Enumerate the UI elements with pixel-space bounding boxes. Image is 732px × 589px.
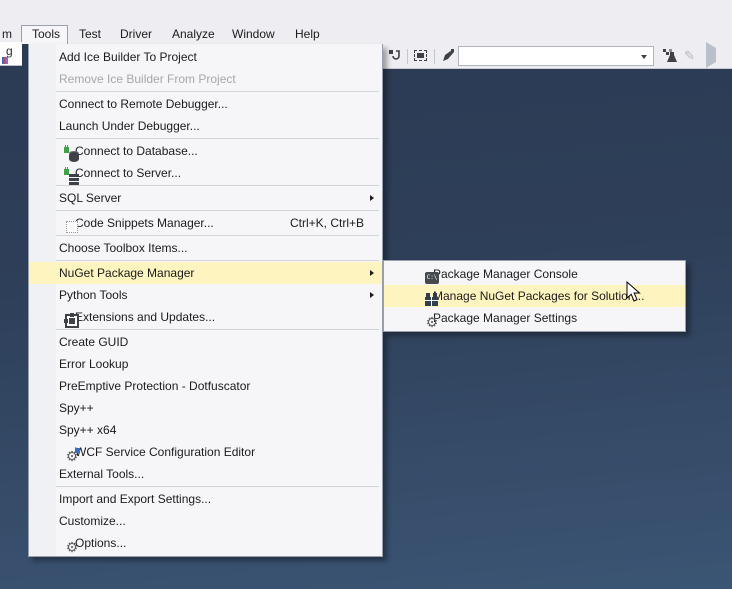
menu-separator (56, 260, 379, 261)
menu-item-shortcut: Ctrl+K, Ctrl+B (290, 216, 382, 230)
combobox-fragment-text: g (6, 44, 13, 58)
toolbar-separator (434, 49, 435, 64)
menu-item-connect-to-database[interactable]: Connect to Database... (29, 140, 382, 162)
menu-item-label: Extensions and Updates... (75, 310, 215, 324)
tools-menu-items: Add Ice Builder To Project Remove Ice Bui… (29, 46, 382, 554)
extensions-icon (64, 313, 80, 329)
menu-item-preemptive-protection-dotfuscator[interactable]: PreEmptive Protection - Dotfuscator (29, 375, 382, 397)
menu-item-label: Import and Export Settings... (59, 492, 211, 506)
edit-pencil-icon[interactable]: ✎ (684, 48, 700, 64)
menubar-item-test[interactable]: Test (79, 26, 101, 43)
menu-item-label: Package Manager Settings (433, 311, 577, 325)
menu-item-label: SQL Server (59, 191, 121, 205)
combobox-fragment-icon (2, 57, 8, 64)
code-snippets-icon (64, 219, 80, 235)
menu-item-label: Choose Toolbox Items... (59, 241, 188, 255)
menu-item-label: Python Tools (59, 288, 128, 302)
menu-item-sql-server[interactable]: SQL Server (29, 187, 382, 209)
menu-item-import-and-export-settings[interactable]: Import and Export Settings... (29, 488, 382, 510)
menu-item-label: Error Lookup (59, 357, 128, 371)
attach-hook-icon[interactable] (388, 48, 404, 64)
menu-item-create-guid[interactable]: Create GUID (29, 331, 382, 353)
toolbar: ✎ (383, 44, 732, 69)
menu-separator (56, 235, 379, 236)
menu-item-nuget-package-manager[interactable]: NuGet Package Manager (29, 262, 382, 284)
menu-item-label: Manage NuGet Packages for Solution... (433, 289, 644, 303)
menu-item-label: Package Manager Console (433, 267, 578, 281)
menu-separator (56, 486, 379, 487)
menu-separator (56, 329, 379, 330)
menu-item-extensions-and-updates[interactable]: Extensions and Updates... (29, 306, 382, 328)
vs-ide-screen: m Tools Test Driver Analyze Window Help g (0, 0, 732, 589)
menu-item-spy-x64[interactable]: Spy++ x64 (29, 419, 382, 441)
tools-menu-dropdown: Add Ice Builder To Project Remove Ice Bui… (28, 44, 383, 557)
server-connect-icon (64, 169, 80, 185)
menu-item-label: Customize... (59, 514, 126, 528)
menu-item-spy[interactable]: Spy++ (29, 397, 382, 419)
menu-separator (56, 91, 379, 92)
submenu-arrow-icon (370, 270, 374, 276)
nuget-package-icon (424, 292, 440, 308)
menu-item-wcf-service-configuration-editor[interactable]: ⚙WCF Service Configuration Editor (29, 441, 382, 463)
menu-item-package-manager-settings[interactable]: ⚙Package Manager Settings (384, 307, 685, 329)
menu-item-label: Code Snippets Manager... (75, 216, 214, 230)
menu-separator (56, 138, 379, 139)
toolbar-combobox-fragment[interactable]: g (0, 42, 22, 66)
menu-item-label: Remove Ice Builder From Project (59, 72, 236, 86)
menu-item-connect-to-server[interactable]: Connect to Server... (29, 162, 382, 184)
menubar-item-help[interactable]: Help (295, 26, 320, 43)
menu-item-label: Spy++ x64 (59, 423, 116, 437)
menubar-item-window[interactable]: Window (232, 26, 275, 43)
menu-separator (56, 210, 379, 211)
gear-icon: ⚙ (424, 314, 440, 330)
menu-item-connect-to-remote-debugger[interactable]: Connect to Remote Debugger... (29, 93, 382, 115)
wcf-gear-icon: ⚙ (64, 448, 80, 464)
gear-icon: ⚙ (64, 539, 80, 555)
menu-item-customize[interactable]: Customize... (29, 510, 382, 532)
submenu-arrow-icon (370, 292, 374, 298)
menubar-item-partial[interactable]: m (2, 26, 12, 43)
menu-item-code-snippets-manager[interactable]: Code Snippets Manager... Ctrl+K, Ctrl+B (29, 212, 382, 234)
menu-item-label: Connect to Server... (75, 166, 181, 180)
menu-item-add-ice-builder-to-project[interactable]: Add Ice Builder To Project (29, 46, 382, 68)
menu-item-remove-ice-builder-from-project[interactable]: Remove Ice Builder From Project (29, 68, 382, 90)
menu-item-label: Add Ice Builder To Project (59, 50, 197, 64)
menu-item-error-lookup[interactable]: Error Lookup (29, 353, 382, 375)
console-icon: C:\ (424, 270, 440, 286)
test-flask-icon[interactable] (662, 48, 678, 64)
menubar-item-analyze[interactable]: Analyze (172, 26, 215, 43)
menu-item-choose-toolbox-items[interactable]: Choose Toolbox Items... (29, 237, 382, 259)
menu-item-label: WCF Service Configuration Editor (75, 445, 255, 459)
menu-item-external-tools[interactable]: External Tools... (29, 463, 382, 485)
menu-item-label: Launch Under Debugger... (59, 119, 200, 133)
toolbar-separator (407, 49, 408, 64)
frame-window-icon[interactable] (413, 48, 429, 64)
menubar-item-driver[interactable]: Driver (120, 26, 152, 43)
menu-bar: m Tools Test Driver Analyze Window Help (0, 0, 732, 44)
menubar-item-tools[interactable]: Tools (32, 26, 60, 43)
menu-item-label: NuGet Package Manager (59, 266, 194, 280)
menu-item-label: Connect to Remote Debugger... (59, 97, 228, 111)
submenu-arrow-icon (370, 195, 374, 201)
mouse-cursor (626, 281, 644, 303)
menu-item-label: Connect to Database... (75, 144, 198, 158)
menu-item-label: Options... (75, 536, 126, 550)
menu-item-launch-under-debugger[interactable]: Launch Under Debugger... (29, 115, 382, 137)
chevron-down-icon[interactable] (641, 55, 647, 59)
menu-item-options[interactable]: ⚙Options... (29, 532, 382, 554)
pen-flag-icon[interactable] (440, 48, 456, 64)
menu-separator (56, 185, 379, 186)
menu-item-label: PreEmptive Protection - Dotfuscator (59, 379, 250, 393)
database-connect-icon (64, 147, 80, 163)
menu-item-label: External Tools... (59, 467, 144, 481)
run-play-icon[interactable] (706, 48, 722, 64)
menu-item-label: Create GUID (59, 335, 128, 349)
menu-item-python-tools[interactable]: Python Tools (29, 284, 382, 306)
toolbar-search-combobox[interactable] (458, 46, 654, 66)
menu-item-label: Spy++ (59, 401, 94, 415)
